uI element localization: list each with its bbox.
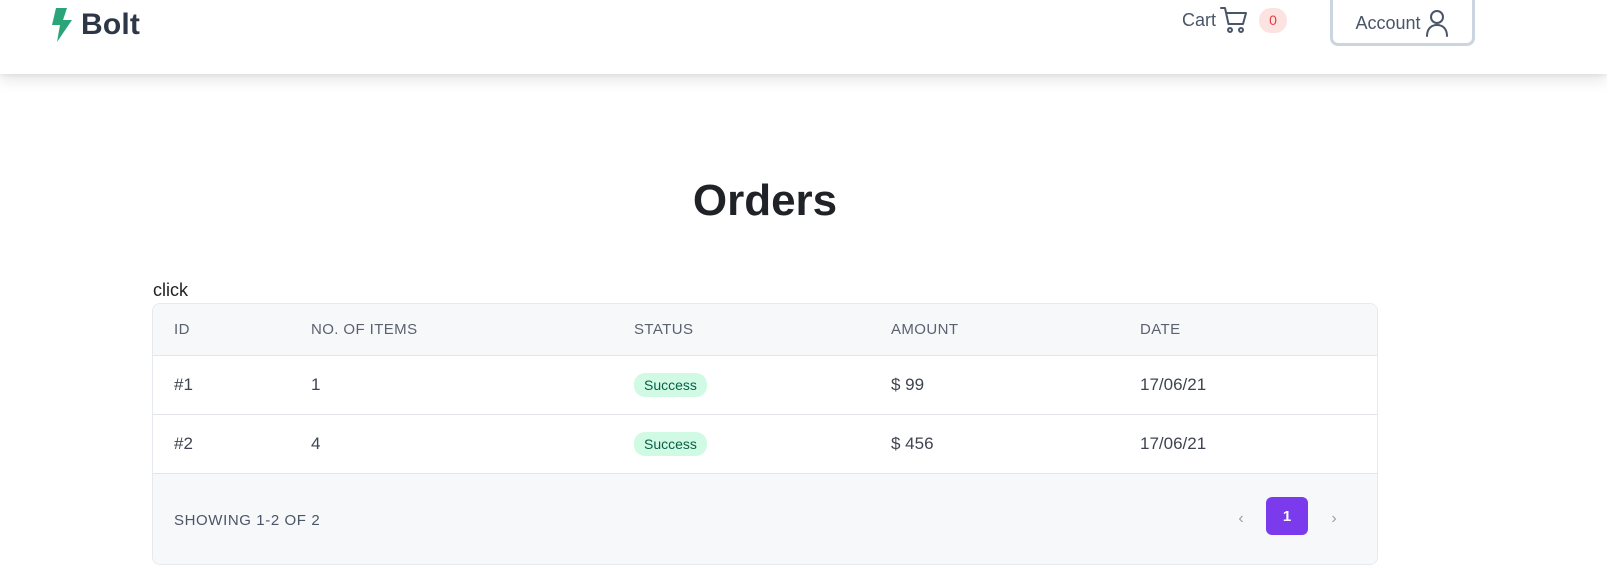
pagination-summary: SHOWING 1-2 OF 2 — [174, 512, 321, 529]
shopping-cart-icon — [1219, 5, 1249, 35]
page-1-button[interactable]: 1 — [1266, 497, 1308, 535]
status-badge: Success — [634, 432, 707, 456]
order-id: #2 — [174, 434, 193, 453]
order-amount: $ 99 — [891, 375, 925, 394]
account-button[interactable]: Account — [1330, 0, 1475, 46]
order-items-count: 4 — [311, 434, 321, 453]
order-items-count: 1 — [311, 375, 321, 394]
table-row[interactable]: #1 1 Success $ 99 17/06/21 — [153, 356, 1377, 415]
next-page-button[interactable]: › — [1322, 504, 1346, 534]
click-text: click — [153, 280, 188, 300]
brand-name: Bolt — [81, 8, 141, 41]
table-header-row: ID NO. OF ITEMS STATUS AMOUNT DATE — [153, 304, 1377, 356]
order-date: 17/06/21 — [1140, 375, 1207, 394]
order-date: 17/06/21 — [1140, 434, 1207, 453]
page-title: Orders — [692, 176, 838, 225]
cart-label: Cart — [1182, 9, 1217, 30]
column-header-id: ID — [174, 321, 190, 338]
previous-page-button[interactable]: ‹ — [1229, 504, 1253, 534]
status-cell: Success — [634, 415, 707, 473]
account-label: Account — [1355, 12, 1421, 33]
column-header-amount: AMOUNT — [891, 321, 959, 338]
column-header-items: NO. OF ITEMS — [311, 321, 418, 338]
order-amount: $ 456 — [891, 434, 934, 453]
orders-table: ID NO. OF ITEMS STATUS AMOUNT DATE #1 1 … — [152, 303, 1378, 565]
column-header-status: STATUS — [634, 321, 694, 338]
bolt-icon — [51, 8, 73, 42]
brand-logo-link[interactable]: Bolt — [51, 8, 140, 42]
status-badge: Success — [634, 373, 707, 397]
top-navbar: Bolt Cart 0 Account — [0, 0, 1607, 74]
table-row[interactable]: #2 4 Success $ 456 17/06/21 — [153, 415, 1377, 474]
table-footer: SHOWING 1-2 OF 2 ‹ 1 › — [153, 474, 1377, 564]
cart-count-badge: 0 — [1259, 7, 1288, 33]
column-header-date: DATE — [1140, 321, 1181, 338]
user-icon — [1424, 9, 1450, 37]
order-id: #1 — [174, 375, 193, 394]
status-cell: Success — [634, 356, 707, 414]
cart-link[interactable]: Cart 0 — [1182, 5, 1288, 35]
